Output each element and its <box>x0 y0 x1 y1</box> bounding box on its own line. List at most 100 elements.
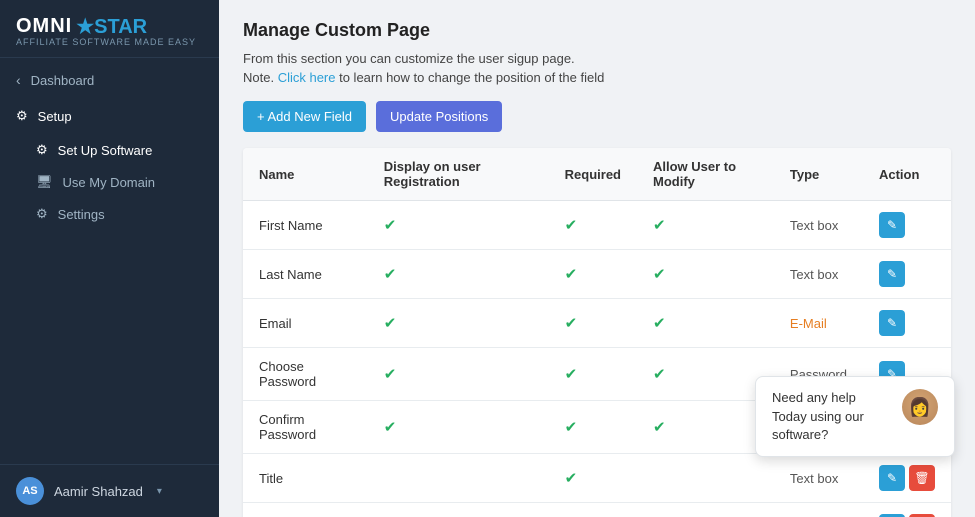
field-action: ✎🗑 <box>863 454 951 503</box>
setup-software-label: Set Up Software <box>58 143 153 158</box>
gear-icon: ⚙ <box>36 142 48 158</box>
col-required: Required <box>549 148 637 201</box>
chat-avatar: 👩 <box>902 389 938 425</box>
check-icon: ✔ <box>653 217 666 234</box>
field-display: ✔ <box>368 299 549 348</box>
dashboard-label: Dashboard <box>31 73 95 88</box>
page-description: From this section you can customize the … <box>243 51 951 66</box>
add-new-field-button[interactable]: + Add New Field <box>243 101 366 132</box>
action-buttons: ✎ <box>879 261 935 287</box>
table-row: First Name ✔ ✔ ✔ Text box ✎ <box>243 201 951 250</box>
check-icon: ✔ <box>384 366 397 383</box>
sidebar-item-dashboard[interactable]: ‹ Dashboard <box>0 62 219 98</box>
sidebar-item-setup-software[interactable]: ⚙ Set Up Software <box>0 134 219 166</box>
action-buttons: ✎ <box>879 212 935 238</box>
check-icon: ✔ <box>384 266 397 283</box>
note-suffix: to learn how to change the position of t… <box>335 70 604 85</box>
chat-text: Need any help Today using our software? <box>772 389 892 444</box>
field-allow-modify <box>637 454 774 503</box>
edit-button[interactable]: ✎ <box>879 465 905 491</box>
field-required: ✔ <box>549 201 637 250</box>
sidebar-nav: ‹ Dashboard ⚙ Setup ⚙ Set Up Software 🖥 … <box>0 58 219 464</box>
check-icon: ✔ <box>384 217 397 234</box>
field-display <box>368 503 549 517</box>
table-header-row: Name Display on user Registration Requir… <box>243 148 951 201</box>
type-label: Text box <box>790 218 838 233</box>
logo-omni: OMNI <box>16 15 72 38</box>
page-note: Note. Click here to learn how to change … <box>243 70 951 85</box>
edit-button[interactable]: ✎ <box>879 212 905 238</box>
field-name: First Name <box>243 201 368 250</box>
field-required: ✔ <box>549 250 637 299</box>
field-allow-modify: ✔ <box>637 201 774 250</box>
field-action: ✎ <box>863 250 951 299</box>
check-icon: ✔ <box>653 266 666 283</box>
field-type: Text box <box>774 250 863 299</box>
check-icon: ✔ <box>565 470 578 487</box>
check-icon: ✔ <box>565 266 578 283</box>
col-action: Action <box>863 148 951 201</box>
table-row: Last Name✔✔✔Text box✎ <box>243 250 951 299</box>
user-name: Aamir Shahzad <box>54 484 143 499</box>
type-label: E-Mail <box>790 316 827 331</box>
monitor-icon: 🖥 <box>36 174 53 190</box>
note-prefix: Note. <box>243 70 278 85</box>
field-display: ✔ <box>368 201 549 250</box>
field-type: E-Mail <box>774 299 863 348</box>
delete-button[interactable]: 🗑 <box>909 465 935 491</box>
field-type <box>774 503 863 517</box>
field-action: ✎ <box>863 299 951 348</box>
logo-area: OMNI★STAR AFFILIATE SOFTWARE MADE EASY <box>0 0 219 58</box>
sidebar-item-settings[interactable]: ⚙ Settings <box>0 198 219 230</box>
edit-button[interactable]: ✎ <box>879 261 905 287</box>
check-icon: ✔ <box>653 366 666 383</box>
field-required: ✔ <box>549 503 637 517</box>
field-display: ✔ <box>368 401 549 454</box>
edit-button[interactable]: ✎ <box>879 310 905 336</box>
check-icon: ✔ <box>565 366 578 383</box>
field-display <box>368 454 549 503</box>
chevron-left-icon: ‹ <box>16 72 21 88</box>
action-bar: + Add New Field Update Positions <box>243 101 951 132</box>
field-allow-modify: ✔ <box>637 250 774 299</box>
field-name: Company <box>243 503 368 517</box>
check-icon: ✔ <box>565 217 578 234</box>
field-required: ✔ <box>549 401 637 454</box>
setup-label: Setup <box>38 109 72 124</box>
fields-table-container: Name Display on user Registration Requir… <box>243 148 951 517</box>
check-icon: ✔ <box>384 315 397 332</box>
check-icon: ✔ <box>565 419 578 436</box>
field-allow-modify: ✔ <box>637 401 774 454</box>
setup-icon: ⚙ <box>16 108 28 124</box>
action-buttons: ✎🗑 <box>879 465 935 491</box>
field-display: ✔ <box>368 348 549 401</box>
field-name: Email <box>243 299 368 348</box>
sidebar-setup-header: ⚙ Setup <box>0 98 219 134</box>
field-required: ✔ <box>549 299 637 348</box>
action-buttons: ✎ <box>879 310 935 336</box>
settings-icon: ⚙ <box>36 206 48 222</box>
field-name: Confirm Password <box>243 401 368 454</box>
check-icon: ✔ <box>384 419 397 436</box>
user-profile[interactable]: AS Aamir Shahzad ▾ <box>0 464 219 517</box>
field-allow-modify <box>637 503 774 517</box>
type-label: Text box <box>790 267 838 282</box>
field-allow-modify: ✔ <box>637 299 774 348</box>
use-my-domain-label: Use My Domain <box>63 175 155 190</box>
user-chevron-icon: ▾ <box>157 486 162 497</box>
table-row: Company ✔ ✎🗑 <box>243 503 951 517</box>
logo-star: ★STAR <box>76 14 147 39</box>
col-display: Display on user Registration <box>368 148 549 201</box>
field-name: Choose Password <box>243 348 368 401</box>
chat-popup: Need any help Today using our software? … <box>755 376 955 457</box>
field-type: Text box <box>774 201 863 250</box>
note-link[interactable]: Click here <box>278 70 336 85</box>
logo-subtitle: AFFILIATE SOFTWARE MADE EASY <box>16 37 203 47</box>
table-row: Title✔Text box✎🗑 <box>243 454 951 503</box>
field-action: ✎🗑 <box>863 503 951 517</box>
table-row: Email✔✔✔E-Mail✎ <box>243 299 951 348</box>
sidebar-item-use-my-domain[interactable]: 🖥 Use My Domain <box>0 166 219 198</box>
update-positions-button[interactable]: Update Positions <box>376 101 502 132</box>
field-name: Title <box>243 454 368 503</box>
col-allow-modify: Allow User to Modify <box>637 148 774 201</box>
